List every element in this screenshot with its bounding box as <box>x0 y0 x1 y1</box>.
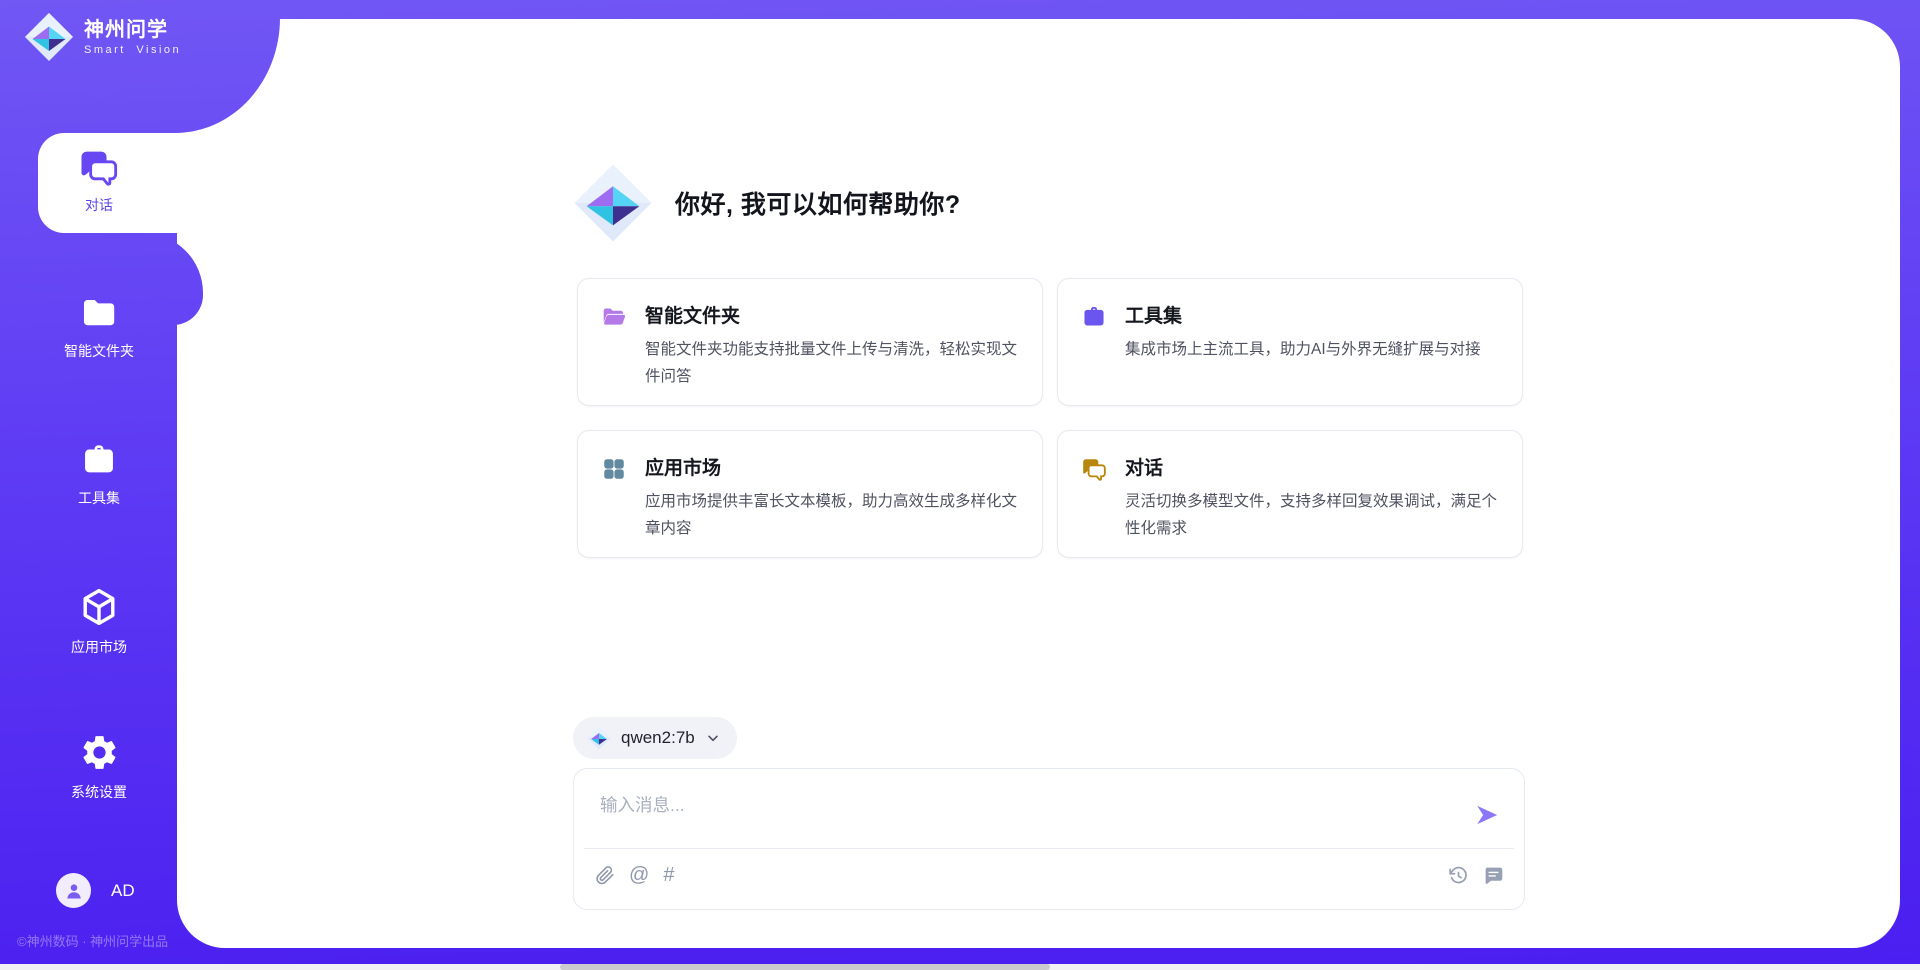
sidebar-item-label: 应用市场 <box>71 637 127 657</box>
sidebar-item-app-market[interactable]: 应用市场 <box>20 586 178 657</box>
sidebar-item-label: 智能文件夹 <box>64 341 134 361</box>
history-icon[interactable] <box>1448 865 1469 886</box>
sidebar: 神州问学 Smart Vision 对话 智能文件夹 工具集 应用市场 系统设置… <box>0 0 203 970</box>
model-name: qwen2:7b <box>621 728 695 748</box>
greeting-title: 你好, 我可以如何帮助你? <box>675 185 961 221</box>
sidebar-item-label: 对话 <box>85 195 113 215</box>
hashtag-icon[interactable]: # <box>663 865 674 886</box>
toolbox-icon <box>80 441 118 479</box>
brand-tagline: Smart Vision <box>84 44 181 56</box>
main-content-panel: 你好, 我可以如何帮助你? 智能文件夹 智能文件夹功能支持批量文件上传与清洗，轻… <box>177 19 1900 948</box>
card-app-market[interactable]: 应用市场 应用市场提供丰富长文本模板，助力高效生成多样化文章内容 <box>577 430 1043 558</box>
card-description: 智能文件夹功能支持批量文件上传与清洗，轻松实现文件问答 <box>645 337 1018 390</box>
message-input[interactable] <box>600 787 1460 823</box>
sidebar-item-smart-folder[interactable]: 智能文件夹 <box>20 294 178 361</box>
sidebar-item-toolset[interactable]: 工具集 <box>20 441 178 508</box>
card-toolset[interactable]: 工具集 集成市场上主流工具，助力AI与外界无缝扩展与对接 <box>1057 278 1523 406</box>
sidebar-item-chat[interactable]: 对话 <box>20 149 178 215</box>
attachment-icon[interactable] <box>594 865 615 886</box>
card-description: 集成市场上主流工具，助力AI与外界无缝扩展与对接 <box>1125 337 1498 364</box>
model-selector[interactable]: qwen2:7b <box>573 717 737 759</box>
folder-icon <box>80 294 118 332</box>
avatar <box>56 873 91 908</box>
brand-diamond-icon <box>24 12 74 62</box>
card-title: 工具集 <box>1125 301 1498 328</box>
scrollbar-thumb[interactable] <box>560 964 1050 970</box>
mention-icon[interactable]: @ <box>629 865 649 886</box>
card-title: 应用市场 <box>645 453 1018 480</box>
copyright-text: ©神州数码 · 神州问学出品 <box>17 931 168 950</box>
brand-name: 神州问学 <box>84 18 181 42</box>
card-chat[interactable]: 对话 灵活切换多模型文件，支持多样回复效果调试，满足个性化需求 <box>1057 430 1523 558</box>
card-description: 应用市场提供丰富长文本模板，助力高效生成多样化文章内容 <box>645 489 1018 542</box>
card-smart-folder[interactable]: 智能文件夹 智能文件夹功能支持批量文件上传与清洗，轻松实现文件问答 <box>577 278 1043 406</box>
model-diamond-icon <box>587 726 611 750</box>
horizontal-scrollbar[interactable] <box>0 964 1920 970</box>
composer-toolbar-left: @ # <box>594 865 674 886</box>
user-account[interactable]: AD <box>56 873 135 908</box>
composer-toolbar-right <box>1448 865 1504 886</box>
card-description: 灵活切换多模型文件，支持多样回复效果调试，满足个性化需求 <box>1125 489 1498 542</box>
chat-bubbles-icon <box>79 149 119 186</box>
grid-icon <box>601 456 627 482</box>
person-icon <box>63 880 85 902</box>
chat-square-icon[interactable] <box>1483 865 1504 886</box>
gear-icon <box>79 732 120 773</box>
send-icon[interactable] <box>1474 802 1500 828</box>
cube-icon <box>78 586 120 628</box>
sidebar-item-settings[interactable]: 系统设置 <box>20 732 178 802</box>
feature-cards: 智能文件夹 智能文件夹功能支持批量文件上传与清洗，轻松实现文件问答 工具集 集成… <box>577 278 1523 558</box>
toolbox-icon <box>1081 304 1107 330</box>
brand-diamond-icon <box>573 163 653 243</box>
brand-logo: 神州问学 Smart Vision <box>24 12 181 62</box>
greeting-block: 你好, 我可以如何帮助你? <box>573 163 961 243</box>
message-composer: @ # <box>573 768 1525 910</box>
folder-open-icon <box>601 304 627 330</box>
user-initials: AD <box>111 881 135 901</box>
composer-divider <box>584 848 1514 849</box>
chevron-down-icon <box>705 730 721 746</box>
sidebar-item-label: 工具集 <box>78 488 120 508</box>
card-title: 智能文件夹 <box>645 301 1018 328</box>
sidebar-item-label: 系统设置 <box>71 782 127 802</box>
card-title: 对话 <box>1125 453 1498 480</box>
chat-bubbles-icon <box>1081 456 1107 482</box>
